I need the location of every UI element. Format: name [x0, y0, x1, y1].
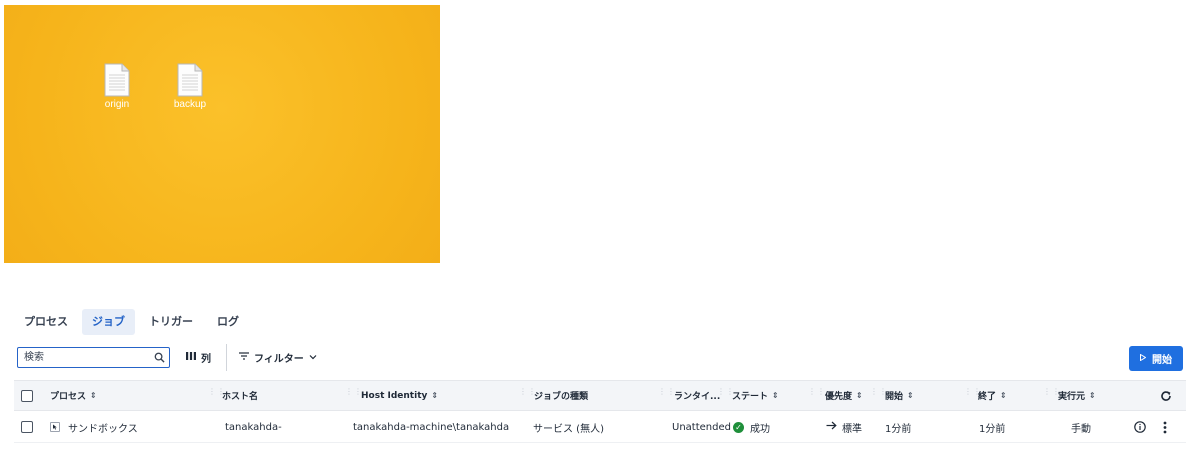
cell-state: ✓ 成功: [733, 412, 770, 442]
row-checkbox[interactable]: [21, 421, 33, 433]
select-all-checkbox[interactable]: [21, 389, 33, 402]
desktop-icon-label: origin: [104, 99, 130, 110]
column-resize-handle[interactable]: ⋮⋮: [208, 388, 225, 402]
columns-button[interactable]: 列: [186, 347, 211, 368]
column-resize-handle[interactable]: ⋮⋮: [519, 388, 536, 402]
column-header-label: ステート: [732, 392, 769, 402]
more-vertical-icon[interactable]: [1163, 412, 1167, 442]
sort-icon: ⇕: [90, 391, 97, 400]
select-all-checkbox-cell: [21, 381, 33, 410]
column-header-source[interactable]: 実行元 ⇕: [1058, 381, 1096, 410]
column-resize-handle[interactable]: ⋮⋮: [658, 388, 675, 402]
column-header-label: 実行元: [1058, 392, 1086, 402]
column-header-state[interactable]: ステート ⇕: [732, 381, 779, 410]
desktop: origin backup: [4, 5, 440, 263]
cell-runtime: Unattended: [672, 421, 731, 433]
desktop-icon-label: backup: [173, 99, 207, 110]
column-header-runtime[interactable]: ランタイ...: [674, 381, 720, 410]
column-header-label: Host Identity: [361, 390, 428, 401]
priority-label: 標準: [842, 423, 862, 435]
process-icon: [50, 422, 60, 432]
column-header-host-identity[interactable]: Host Identity ⇕: [361, 381, 438, 410]
cell-host: tanakahda-: [225, 421, 282, 433]
start-button[interactable]: 開始: [1129, 346, 1183, 371]
cell-priority: 標準: [826, 412, 862, 442]
cell-started: 1分前: [885, 423, 912, 435]
success-check-icon: ✓: [733, 421, 744, 433]
cell-process: サンドボックス: [50, 412, 138, 442]
cell-host-identity: tanakahda-machine\tanakahda: [353, 421, 510, 433]
tab-triggers[interactable]: トリガー: [139, 309, 203, 335]
tab-logs[interactable]: ログ: [207, 309, 249, 335]
column-resize-handle[interactable]: ⋮⋮: [964, 388, 981, 402]
column-header-label: 開始: [885, 392, 904, 402]
text-file-icon: [104, 63, 130, 97]
tab-processes[interactable]: プロセス: [14, 309, 78, 335]
column-header-started[interactable]: 開始 ⇕: [885, 381, 914, 410]
desktop-icon-backup[interactable]: backup: [160, 63, 220, 110]
sort-icon: ⇕: [907, 391, 914, 400]
sort-icon: ⇕: [772, 391, 779, 400]
column-header-label: 終了: [978, 392, 997, 402]
arrow-right-icon: [826, 421, 837, 433]
text-file-icon: [177, 63, 203, 97]
tab-bar: プロセス ジョブ トリガー ログ: [14, 309, 249, 335]
sort-icon: ⇕: [1089, 391, 1096, 400]
column-header-label: ジョブの種類: [534, 392, 589, 402]
column-header-process[interactable]: プロセス ⇕: [50, 381, 97, 410]
state-label: 成功: [750, 423, 770, 435]
process-name[interactable]: サンドボックス: [68, 420, 138, 435]
search-input[interactable]: [22, 351, 154, 364]
filter-button[interactable]: フィルター: [239, 347, 317, 368]
column-header-ended[interactable]: 終了 ⇕: [978, 381, 1007, 410]
toolbar-divider: [226, 344, 227, 371]
column-resize-handle[interactable]: ⋮⋮: [717, 388, 734, 402]
cell-job-type: サービス (無人): [533, 423, 604, 435]
filter-icon: [239, 352, 249, 363]
row-checkbox-cell: [21, 412, 33, 442]
columns-label: 列: [201, 354, 211, 365]
refresh-icon[interactable]: [1160, 381, 1172, 410]
sort-icon: ⇕: [856, 391, 863, 400]
search-icon[interactable]: [154, 348, 165, 367]
column-header-label: ホスト名: [222, 392, 259, 402]
table-row[interactable]: サンドボックス tanakahda- tanakahda-machine\tan…: [14, 412, 1186, 443]
sort-icon: ⇕: [431, 391, 439, 400]
column-resize-handle[interactable]: ⋮⋮: [1043, 388, 1060, 402]
chevron-down-icon: [309, 352, 317, 363]
cell-source: 手動: [1071, 423, 1091, 435]
info-icon[interactable]: [1134, 412, 1146, 442]
column-header-label: プロセス: [50, 392, 87, 402]
column-header-job-type[interactable]: ジョブの種類: [534, 381, 588, 410]
column-resize-handle[interactable]: ⋮⋮: [870, 388, 887, 402]
cell-ended: 1分前: [979, 423, 1006, 435]
column-resize-handle[interactable]: ⋮⋮: [808, 388, 825, 402]
tab-jobs[interactable]: ジョブ: [82, 309, 135, 335]
sort-icon: ⇕: [1000, 391, 1007, 400]
start-button-label: 開始: [1152, 355, 1172, 366]
columns-icon: [186, 352, 196, 363]
column-header-priority[interactable]: 優先度 ⇕: [825, 381, 863, 410]
table-header: プロセス ⇕ ⋮⋮ ホスト名 ⋮⋮ Host Identity ⇕ ⋮⋮ ジョブの種…: [14, 380, 1186, 411]
play-icon: [1140, 353, 1147, 364]
column-header-label: ランタイ...: [674, 392, 721, 402]
search-box: [17, 347, 170, 368]
column-resize-handle[interactable]: ⋮⋮: [345, 388, 362, 402]
column-header-host[interactable]: ホスト名: [222, 381, 258, 410]
desktop-icon-origin[interactable]: origin: [87, 63, 147, 110]
column-header-label: 優先度: [825, 392, 853, 402]
filter-label: フィルター: [254, 354, 304, 365]
